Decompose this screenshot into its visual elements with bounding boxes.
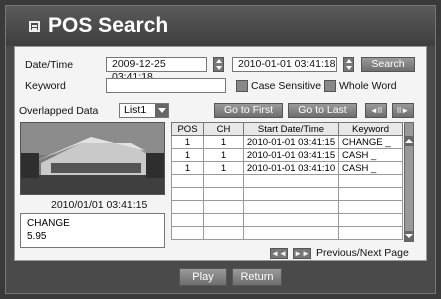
table-header-row: POS CH Start Date/Time Keyword [171,122,403,136]
datetime-cell: 2010-01-01 03:41:10 [243,161,339,175]
keyword-cell: CASH _ [338,161,403,175]
case-sensitive-checkbox[interactable] [236,80,248,92]
preview-timestamp: 2010/01/01 03:41:15 [51,199,148,211]
keyword-input[interactable] [106,78,226,93]
table-row[interactable]: 1 1 2010-01-01 03:41:15 CASH _ [171,148,403,162]
table-row[interactable] [171,200,403,214]
pos-cell: 1 [171,161,204,175]
column-header: Keyword [338,122,403,136]
ch-cell: 1 [203,135,244,149]
table-row[interactable]: 1 1 2010-01-01 03:41:10 CASH _ [171,161,403,175]
keyword-cell: CASH _ [338,148,403,162]
next-frame-button[interactable]: II► [392,103,414,118]
overlapped-data-label: Overlapped Data [19,105,99,117]
pos-info-line2: 5.95 [27,231,47,242]
preview-image [21,123,164,194]
column-header: CH [203,122,244,136]
table-scrollbar[interactable] [404,122,414,242]
overlapped-data-value: List1 [124,104,147,116]
whole-word-checkbox[interactable] [324,80,336,92]
video-preview [20,122,165,195]
pos-cell: 1 [171,135,204,149]
ch-cell: 1 [203,148,244,162]
pos-info-box: CHANGE 5.95 [20,213,165,248]
start-datetime-field[interactable]: 2009-12-25 03:41:18 [106,57,207,83]
menu-icon [29,21,40,32]
pager-label: Previous/Next Page [316,247,409,259]
search-button[interactable]: Search [361,57,415,72]
play-button[interactable]: Play [179,268,227,286]
end-datetime-field[interactable]: 2010-01-01 03:41:18 [232,57,337,72]
whole-word-label: Whole Word [339,80,397,92]
table-row[interactable] [171,226,403,240]
pos-info-line1: CHANGE [27,218,70,229]
datetime-cell: 2010-01-01 03:41:15 [243,148,339,162]
column-header: Start Date/Time [243,122,339,136]
scroll-up-icon[interactable] [404,136,414,146]
table-row[interactable] [171,187,403,201]
chevron-down-icon [155,104,168,117]
go-to-last-button[interactable]: Go to Last [288,103,357,118]
go-to-first-button[interactable]: Go to First [214,103,283,118]
scroll-down-icon[interactable] [404,231,414,241]
overlapped-data-select[interactable]: List1 [119,103,169,118]
column-header: POS [171,122,204,136]
window-title: POS Search [48,14,169,37]
search-panel: Date/Time 2009-12-25 03:41:18 2010-01-01… [14,46,427,261]
case-sensitive-label: Case Sensitive [251,80,322,92]
next-page-button[interactable]: ►► [293,248,311,259]
pos-cell: 1 [171,148,204,162]
datetime-cell: 2010-01-01 03:41:15 [243,135,339,149]
table-row[interactable]: 1 1 2010-01-01 03:41:15 CHANGE _ [171,135,403,149]
datetime-label: Date/Time [25,59,74,71]
start-datetime-spinner[interactable] [213,57,224,72]
table-row[interactable] [171,174,403,188]
prev-frame-button[interactable]: ◄II [365,103,387,118]
pos-search-window: POS Search Date/Time 2009-12-25 03:41:18… [5,5,436,294]
keyword-label: Keyword [25,80,66,92]
ch-cell: 1 [203,161,244,175]
keyword-cell: CHANGE _ [338,135,403,149]
table-row[interactable] [171,213,403,227]
title-bar: POS Search [6,6,435,46]
end-datetime-spinner[interactable] [343,57,354,72]
previous-page-button[interactable]: ◄◄ [270,248,288,259]
return-button[interactable]: Return [232,268,282,286]
pos-results-table: POS CH Start Date/Time Keyword 1 1 2010-… [171,122,403,240]
